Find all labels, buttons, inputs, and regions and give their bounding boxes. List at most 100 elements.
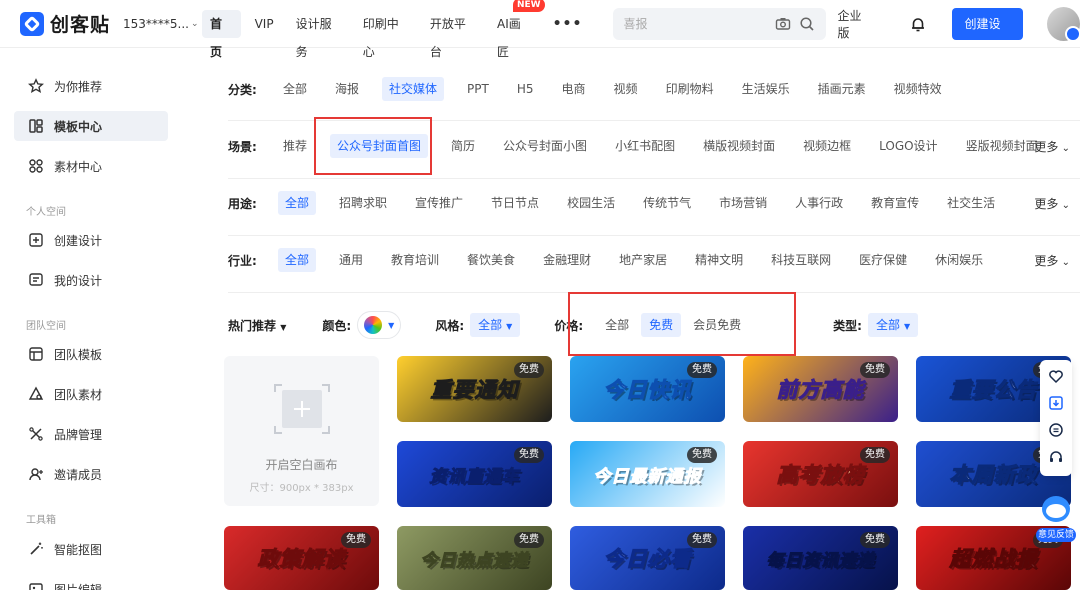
filter-category-option[interactable]: 海报 <box>330 77 364 101</box>
sidebar-tool-1[interactable]: 图片编辑 <box>14 574 168 590</box>
nav-item-5[interactable]: AI画匠 NEW <box>489 0 545 59</box>
style-dropdown[interactable]: 全部 ▼ <box>470 313 521 337</box>
filter-usage-option[interactable]: 全部 <box>278 191 317 215</box>
sidebar-personal-1[interactable]: 我的设计 <box>14 265 168 295</box>
filter-category-option[interactable]: 视频 <box>609 77 643 101</box>
team-material-icon <box>28 386 44 400</box>
sidebar-item-0[interactable]: 为你推荐 <box>14 71 168 101</box>
sidebar-team-3[interactable]: 邀请成员 <box>14 459 168 489</box>
sidebar-team-1[interactable]: 团队素材 <box>14 379 168 409</box>
brand-icon <box>29 427 43 441</box>
filter-category-option[interactable]: H5 <box>512 77 539 101</box>
filter-industry-option[interactable]: 通用 <box>334 248 368 272</box>
filter-category-option[interactable]: 全部 <box>278 77 312 101</box>
color-dropdown[interactable]: ▼ <box>357 311 402 339</box>
filter-scene-option[interactable]: 竖版视频封面 <box>961 134 1043 158</box>
search-icon[interactable] <box>798 15 816 33</box>
filter-scene-option[interactable]: LOGO设计 <box>874 134 942 158</box>
filter-usage-option[interactable]: 传统节气 <box>638 191 696 215</box>
search-box <box>613 7 826 40</box>
template-card[interactable]: 前方高能 免费 <box>743 356 898 422</box>
type-dropdown[interactable]: 全部 ▼ <box>867 313 919 337</box>
bell-icon[interactable] <box>910 16 926 32</box>
more-button[interactable]: 更多 ⌄ <box>1034 195 1070 212</box>
filter-scene-option[interactable]: 公众号封面小图 <box>498 134 592 158</box>
template-card[interactable]: 高考放榜 免费 <box>743 441 898 507</box>
sidebar-item-2[interactable]: 素材中心 <box>14 151 168 181</box>
feedback-label: 意见反馈 <box>1036 528 1076 542</box>
filter-usage-option[interactable]: 市场营销 <box>714 191 772 215</box>
template-card[interactable]: 今日最新通报 免费 <box>570 441 725 507</box>
filter-category-option[interactable]: 生活娱乐 <box>737 77 795 101</box>
filter-usage-option[interactable]: 节日节点 <box>486 191 544 215</box>
filter-category-option[interactable]: 电商 <box>557 77 591 101</box>
sidebar-team-0[interactable]: 团队模板 <box>14 339 168 369</box>
add-box-icon <box>29 233 43 247</box>
filter-industry-option[interactable]: 餐饮美食 <box>462 248 520 272</box>
hot-sort[interactable]: 热门推荐 ▼ <box>228 317 286 334</box>
create-design-button[interactable]: 创建设计 <box>952 7 1024 63</box>
template-card[interactable]: 资讯直通车 免费 <box>397 441 552 507</box>
template-card[interactable]: 今日热点速递 免费 <box>397 526 552 590</box>
filter-category-option[interactable]: 社交媒体 <box>382 77 445 101</box>
more-icon[interactable]: ••• <box>545 10 591 38</box>
filter-scene-option[interactable]: 推荐 <box>278 134 312 158</box>
nav-item-4[interactable]: 开放平台 <box>422 10 483 59</box>
template-card[interactable]: 今日必看 免费 <box>570 526 725 590</box>
nav-item-3[interactable]: 印刷中心 <box>355 10 416 59</box>
blank-canvas-card[interactable]: 开启空白画布 尺寸：900px * 383px <box>224 356 379 506</box>
filter-usage-option[interactable]: 宣传推广 <box>410 191 468 215</box>
filter-industry-option[interactable]: 教育培训 <box>386 248 444 272</box>
filter-industry-option[interactable]: 金融理财 <box>538 248 596 272</box>
coupon-icon[interactable] <box>1048 422 1064 441</box>
filter-scene-option[interactable]: 视频边框 <box>798 134 856 158</box>
nav-item-0[interactable]: 首页 <box>202 9 241 59</box>
filter-industry-option[interactable]: 休闲娱乐 <box>930 248 988 272</box>
feedback-mascot[interactable]: 意见反馈 <box>1036 496 1076 546</box>
invite-icon <box>29 468 43 481</box>
logo-text: 创客贴 <box>50 14 111 36</box>
template-card[interactable]: 重要通知 免费 <box>397 356 552 422</box>
enterprise-link[interactable]: 企业版 <box>838 7 873 41</box>
filter-scene-option[interactable]: 小红书配图 <box>610 134 680 158</box>
camera-icon[interactable] <box>774 15 792 33</box>
nav-item-1[interactable]: VIP <box>247 10 282 38</box>
sidebar-tool-0[interactable]: 智能抠图 <box>14 534 168 564</box>
logo[interactable]: 创客贴 <box>20 10 117 37</box>
nav-item-2[interactable]: 设计服务 <box>288 10 349 59</box>
search-input[interactable] <box>623 16 768 31</box>
filter-scene-option[interactable]: 简历 <box>446 134 480 158</box>
avatar[interactable] <box>1047 6 1080 42</box>
template-card[interactable]: 今日快讯 免费 <box>570 356 725 422</box>
filter-category-option[interactable]: 插画元素 <box>813 77 871 101</box>
filter-usage-option[interactable]: 招聘求职 <box>334 191 392 215</box>
filter-usage-option[interactable]: 校园生活 <box>562 191 620 215</box>
filter-usage-option[interactable]: 人事行政 <box>790 191 848 215</box>
filter-usage-option[interactable]: 社交生活 <box>942 191 1000 215</box>
filter-category-option[interactable]: PPT <box>462 77 494 101</box>
filter-industry-option[interactable]: 医疗保健 <box>854 248 912 272</box>
sidebar-personal-0[interactable]: 创建设计 <box>14 225 168 255</box>
free-badge: 免费 <box>341 532 371 548</box>
filter-scene-option[interactable]: 横版视频封面 <box>698 134 780 158</box>
download-icon[interactable] <box>1048 395 1064 414</box>
more-button[interactable]: 更多 ⌄ <box>1034 252 1070 269</box>
filter-industry-option[interactable]: 科技互联网 <box>766 248 836 272</box>
template-card[interactable]: 每日资讯速递 免费 <box>743 526 898 590</box>
more-button[interactable]: 更多 ⌄ <box>1034 138 1070 155</box>
filter-industry-option[interactable]: 地产家居 <box>614 248 672 272</box>
logo-icon <box>20 11 44 36</box>
favorite-icon[interactable] <box>1048 368 1064 387</box>
filter-industry-option[interactable]: 精神文明 <box>690 248 748 272</box>
highlight-box-scene <box>314 117 432 175</box>
filter-industry-option[interactable]: 全部 <box>278 248 317 272</box>
filter-category-option[interactable]: 视频特效 <box>889 77 947 101</box>
template-card[interactable]: 政策解读 免费 <box>224 526 379 590</box>
filter-usage-option[interactable]: 教育宣传 <box>866 191 924 215</box>
headset-icon[interactable] <box>1048 449 1064 468</box>
account-switcher[interactable]: 153****5... ⌄ <box>123 17 199 31</box>
sidebar-team-2[interactable]: 品牌管理 <box>14 419 168 449</box>
filter-category-option[interactable]: 印刷物料 <box>661 77 719 101</box>
sidebar-item-1[interactable]: 模板中心 <box>14 111 168 141</box>
filter-category: 分类: 全部 海报 社交媒体 PPT H5 电商 视频 印刷物料 生活娱乐 插画元素 视频特效 <box>228 72 1080 106</box>
